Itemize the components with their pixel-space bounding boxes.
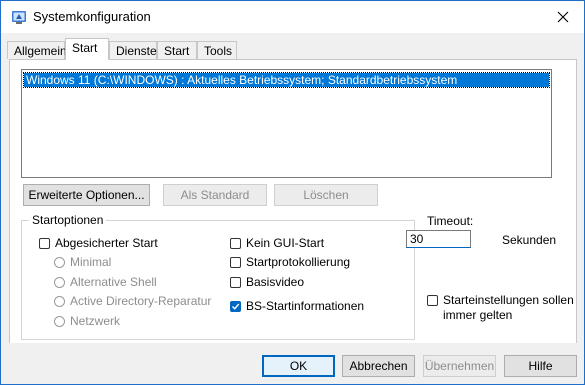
- tab-startup[interactable]: Start: [157, 41, 197, 59]
- checkbox-icon: [230, 256, 241, 268]
- timeout-label: Timeout:: [427, 214, 474, 228]
- help-button[interactable]: Hilfe: [504, 355, 577, 377]
- radio-network[interactable]: Netzwerk: [54, 313, 120, 329]
- delete-button[interactable]: Löschen: [274, 184, 378, 206]
- boot-entry-windows-11[interactable]: Windows 11 (C:\WINDOWS) : Aktuelles Betr…: [23, 72, 550, 88]
- persist-label-line2: immer gelten: [443, 308, 513, 322]
- timeout-input[interactable]: 30: [406, 230, 471, 248]
- tab-general[interactable]: Allgemein: [7, 41, 67, 59]
- os-boot-info-label: BS-Startinformationen: [246, 299, 365, 313]
- safe-boot-label: Abgesicherter Start: [55, 236, 158, 250]
- base-video-checkbox[interactable]: Basisvideo: [230, 274, 304, 290]
- radio-ad-repair[interactable]: Active Directory-Reparatur: [54, 293, 211, 309]
- base-video-label: Basisvideo: [246, 275, 305, 289]
- close-button[interactable]: [541, 1, 584, 33]
- checkmark-icon: [230, 300, 241, 312]
- radio-ad-repair-label: Active Directory-Reparatur: [70, 294, 212, 308]
- safe-boot-checkbox[interactable]: Abgesicherter Start: [39, 235, 158, 251]
- radio-alternate-shell-label: Alternative Shell: [70, 275, 157, 289]
- window-title: Systemkonfiguration: [33, 9, 151, 24]
- no-gui-boot-label: Kein GUI-Start: [246, 236, 325, 250]
- radio-network-label: Netzwerk: [70, 314, 121, 328]
- persist-boot-settings-checkbox[interactable]: Starteinstellungen sollen immer gelten: [427, 293, 574, 323]
- msconfig-icon: [11, 9, 27, 25]
- ok-button[interactable]: OK: [262, 355, 335, 377]
- boot-entries-list[interactable]: Windows 11 (C:\WINDOWS) : Aktuelles Betr…: [21, 69, 552, 178]
- tab-bar: Allgemein Start Dienste Start Tools: [1, 33, 584, 60]
- radio-icon: [54, 315, 65, 327]
- timeout-unit: Sekunden: [502, 233, 557, 247]
- no-gui-boot-checkbox[interactable]: Kein GUI-Start: [230, 235, 324, 251]
- checkbox-icon: [230, 237, 241, 249]
- radio-minimal[interactable]: Minimal: [54, 254, 111, 270]
- persist-boot-settings-label: Starteinstellungen sollen immer gelten: [443, 293, 574, 323]
- radio-icon: [54, 256, 65, 268]
- system-configuration-window: Systemkonfiguration Allgemein Start Dien…: [0, 0, 585, 385]
- boot-options-title: Startoptionen: [29, 213, 107, 227]
- apply-button[interactable]: Übernehmen: [423, 355, 496, 377]
- tab-boot[interactable]: Start: [65, 38, 109, 60]
- radio-alternate-shell[interactable]: Alternative Shell: [54, 274, 157, 290]
- checkbox-icon: [427, 295, 438, 306]
- persist-label-line1: Starteinstellungen sollen: [443, 293, 574, 307]
- tab-tools[interactable]: Tools: [197, 41, 237, 59]
- cancel-button[interactable]: Abbrechen: [342, 355, 415, 377]
- checkbox-icon: [230, 276, 241, 288]
- set-default-button[interactable]: Als Standard: [163, 184, 267, 206]
- title-bar[interactable]: Systemkonfiguration: [1, 1, 584, 33]
- os-boot-info-checkbox[interactable]: BS-Startinformationen: [230, 298, 364, 314]
- advanced-options-button[interactable]: Erweiterte Optionen...: [23, 184, 150, 206]
- radio-icon: [54, 276, 65, 288]
- radio-minimal-label: Minimal: [70, 255, 112, 269]
- boot-log-checkbox[interactable]: Startprotokollierung: [230, 254, 350, 270]
- checkbox-icon: [39, 237, 50, 249]
- close-icon: [557, 11, 568, 23]
- boot-log-label: Startprotokollierung: [246, 255, 351, 269]
- radio-icon: [54, 295, 65, 307]
- tab-services[interactable]: Dienste: [109, 41, 157, 59]
